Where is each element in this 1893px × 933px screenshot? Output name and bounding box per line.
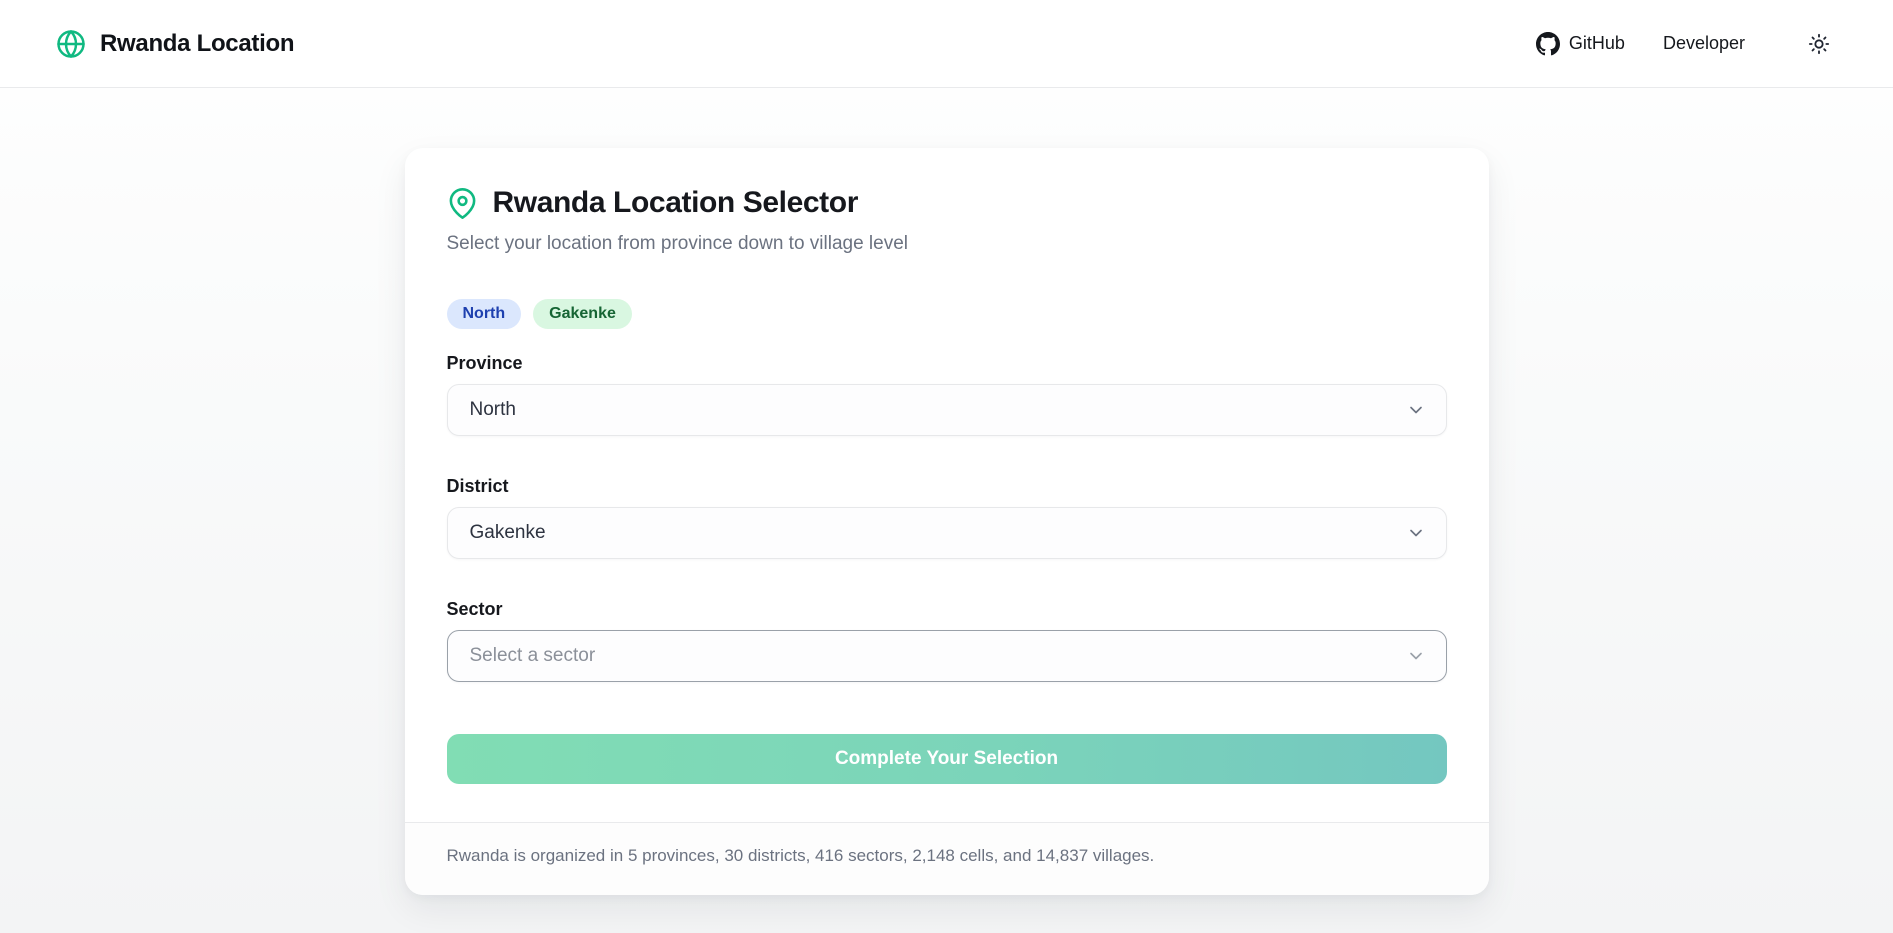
main-content: Rwanda Location Selector Select your loc…: [0, 148, 1893, 895]
selection-badges: North Gakenke: [447, 299, 1447, 329]
globe-icon: [56, 29, 86, 59]
developer-link[interactable]: Developer: [1663, 33, 1745, 54]
district-field: District Gakenke: [447, 476, 1447, 559]
chevron-down-icon: [1406, 646, 1426, 666]
district-select-value: Gakenke: [470, 522, 546, 544]
chevron-down-icon: [1406, 400, 1426, 420]
card-footer: Rwanda is organized in 5 provinces, 30 d…: [405, 822, 1489, 895]
district-label: District: [447, 476, 1447, 497]
province-select[interactable]: North: [447, 384, 1447, 436]
card-title: Rwanda Location Selector: [493, 186, 858, 220]
developer-link-label: Developer: [1663, 33, 1745, 54]
location-selector-card: Rwanda Location Selector Select your loc…: [405, 148, 1489, 895]
sector-select[interactable]: Select a sector: [447, 630, 1447, 682]
header-nav: GitHub Developer: [1536, 28, 1835, 60]
card-footer-note: Rwanda is organized in 5 provinces, 30 d…: [447, 846, 1447, 866]
app-header: Rwanda Location GitHub Developer: [0, 0, 1893, 88]
sun-icon: [1808, 33, 1830, 55]
district-badge: Gakenke: [533, 299, 632, 329]
sector-field: Sector Select a sector: [447, 599, 1447, 682]
district-select[interactable]: Gakenke: [447, 507, 1447, 559]
github-icon: [1536, 32, 1560, 56]
province-select-value: North: [470, 399, 516, 421]
province-field: Province North: [447, 353, 1447, 436]
province-badge: North: [447, 299, 522, 329]
province-label: Province: [447, 353, 1447, 374]
sector-label: Sector: [447, 599, 1447, 620]
theme-toggle-button[interactable]: [1803, 28, 1835, 60]
complete-selection-button[interactable]: Complete Your Selection: [447, 734, 1447, 784]
card-subtitle: Select your location from province down …: [447, 233, 1447, 255]
sector-select-placeholder: Select a sector: [470, 645, 596, 667]
github-link[interactable]: GitHub: [1536, 32, 1625, 56]
brand-logo[interactable]: Rwanda Location: [56, 29, 294, 59]
brand-name: Rwanda Location: [100, 30, 294, 58]
map-pin-icon: [447, 188, 478, 219]
github-link-label: GitHub: [1569, 33, 1625, 54]
chevron-down-icon: [1406, 523, 1426, 543]
